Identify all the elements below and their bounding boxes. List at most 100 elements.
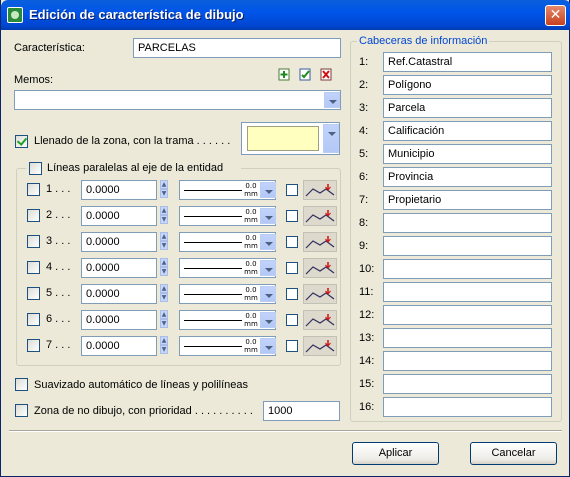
spin-down-icon[interactable]: ▼ (160, 293, 168, 302)
add-memo-icon[interactable] (278, 68, 292, 82)
linea-pattern-button[interactable] (303, 232, 337, 252)
memos-select[interactable] (14, 90, 341, 110)
linea-mark-checkbox[interactable] (286, 288, 298, 300)
linea-style-select[interactable]: 0.0 mm (179, 206, 276, 226)
linea-style-dropdown-button[interactable] (260, 338, 276, 354)
delete-memo-icon[interactable] (320, 68, 334, 82)
cabecera-input[interactable] (383, 213, 552, 233)
linea-style-dropdown-button[interactable] (260, 208, 276, 224)
linea-style-select[interactable]: 0.0 mm (179, 258, 276, 278)
line-width-readout: 0.0 mm (244, 208, 258, 224)
trama-color-picker[interactable] (241, 122, 340, 155)
cabecera-input[interactable]: Ref.Catastral (383, 52, 552, 72)
linea-offset-input[interactable]: 0.0000 (81, 336, 157, 356)
caracteristica-input[interactable]: PARCELAS (133, 38, 341, 58)
linea-style-dropdown-button[interactable] (260, 260, 276, 276)
spin-up-icon[interactable]: ▲ (160, 336, 168, 345)
title-bar[interactable]: Edición de característica de dibujo ✕ (1, 0, 570, 30)
linea-mark-checkbox[interactable] (286, 262, 298, 274)
spin-up-icon[interactable]: ▲ (160, 232, 168, 241)
linea-checkbox[interactable] (27, 183, 40, 196)
cabecera-input[interactable] (383, 351, 552, 371)
line-width-value: 0.0 (245, 338, 257, 346)
spin-down-icon[interactable]: ▼ (160, 319, 168, 328)
linea-offset-input[interactable]: 0.0000 (81, 310, 157, 330)
linea-checkbox[interactable] (27, 313, 40, 326)
spin-up-icon[interactable]: ▲ (160, 206, 168, 215)
cabecera-input[interactable]: Propietario (383, 190, 552, 210)
linea-style-dropdown-button[interactable] (260, 312, 276, 328)
linea-offset-input[interactable]: 0.0000 (81, 258, 157, 278)
linea-offset-spinner[interactable]: ▲ ▼ (160, 284, 168, 303)
linea-mark-checkbox[interactable] (286, 314, 298, 326)
cabecera-input[interactable] (383, 259, 552, 279)
cabecera-input[interactable] (383, 305, 552, 325)
linea-style-select[interactable]: 0.0 mm (179, 336, 276, 356)
cabecera-input[interactable]: Provincia (383, 167, 552, 187)
linea-offset-spinner[interactable]: ▲ ▼ (160, 180, 168, 199)
memos-label: Memos: (14, 74, 54, 86)
linea-style-select[interactable]: 0.0 mm (179, 310, 276, 330)
linea-checkbox[interactable] (27, 287, 40, 300)
linea-checkbox[interactable] (27, 209, 40, 222)
linea-checkbox[interactable] (27, 339, 40, 352)
spin-up-icon[interactable]: ▲ (160, 180, 168, 189)
linea-offset-input[interactable]: 0.0000 (81, 206, 157, 226)
close-button[interactable]: ✕ (545, 5, 566, 26)
linea-checkbox[interactable] (27, 235, 40, 248)
linea-style-select[interactable]: 0.0 mm (179, 232, 276, 252)
cabecera-input[interactable] (383, 282, 552, 302)
linea-style-select[interactable]: 0.0 mm (179, 284, 276, 304)
cabecera-input[interactable]: Calificación (383, 121, 552, 141)
linea-style-select[interactable]: 0.0 mm (179, 180, 276, 200)
apply-button[interactable]: Aplicar (352, 442, 439, 465)
spin-down-icon[interactable]: ▼ (160, 215, 168, 224)
cabecera-input[interactable]: Parcela (383, 98, 552, 118)
llenado-checkbox[interactable] (15, 135, 28, 148)
linea-style-dropdown-button[interactable] (260, 182, 276, 198)
linea-offset-input[interactable]: 0.0000 (81, 284, 157, 304)
linea-offset-spinner[interactable]: ▲ ▼ (160, 310, 168, 329)
linea-mark-checkbox[interactable] (286, 340, 298, 352)
linea-offset-spinner[interactable]: ▲ ▼ (160, 336, 168, 355)
linea-pattern-button[interactable] (303, 310, 337, 330)
spin-down-icon[interactable]: ▼ (160, 267, 168, 276)
linea-offset-spinner[interactable]: ▲ ▼ (160, 232, 168, 251)
linea-offset-spinner[interactable]: ▲ ▼ (160, 258, 168, 277)
spin-up-icon[interactable]: ▲ (160, 310, 168, 319)
lineas-paralelas-checkbox[interactable] (29, 162, 42, 175)
spin-down-icon[interactable]: ▼ (160, 241, 168, 250)
linea-pattern-button[interactable] (303, 336, 337, 356)
linea-checkbox[interactable] (27, 261, 40, 274)
suavizado-checkbox[interactable] (15, 378, 28, 391)
cabecera-input[interactable]: Polígono (383, 75, 552, 95)
trama-dropdown-button[interactable] (323, 124, 339, 153)
edit-memo-icon[interactable] (299, 68, 313, 82)
spin-up-icon[interactable]: ▲ (160, 258, 168, 267)
linea-style-dropdown-button[interactable] (260, 234, 276, 250)
linea-offset-input[interactable]: 0.0000 (81, 232, 157, 252)
linea-offset-input[interactable]: 0.0000 (81, 180, 157, 200)
linea-mark-checkbox[interactable] (286, 236, 298, 248)
spin-down-icon[interactable]: ▼ (160, 189, 168, 198)
linea-mark-checkbox[interactable] (286, 210, 298, 222)
linea-pattern-button[interactable] (303, 180, 337, 200)
linea-pattern-button[interactable] (303, 258, 337, 278)
lineas-paralelas-label: Líneas paralelas al eje de la entidad (47, 162, 224, 174)
linea-offset-spinner[interactable]: ▲ ▼ (160, 206, 168, 225)
linea-pattern-button[interactable] (303, 284, 337, 304)
spin-up-icon[interactable]: ▲ (160, 284, 168, 293)
linea-pattern-button[interactable] (303, 206, 337, 226)
linea-mark-checkbox[interactable] (286, 184, 298, 196)
cabecera-input[interactable] (383, 374, 552, 394)
spin-down-icon[interactable]: ▼ (160, 345, 168, 354)
cabecera-input[interactable]: Municipio (383, 144, 552, 164)
no-dibujo-checkbox[interactable] (15, 404, 28, 417)
memos-dropdown-button[interactable] (324, 92, 340, 108)
cabecera-input[interactable] (383, 328, 552, 348)
prioridad-input[interactable]: 1000 (263, 401, 340, 421)
cabecera-input[interactable] (383, 397, 552, 417)
linea-style-dropdown-button[interactable] (260, 286, 276, 302)
cancel-button[interactable]: Cancelar (470, 442, 557, 465)
cabecera-input[interactable] (383, 236, 552, 256)
